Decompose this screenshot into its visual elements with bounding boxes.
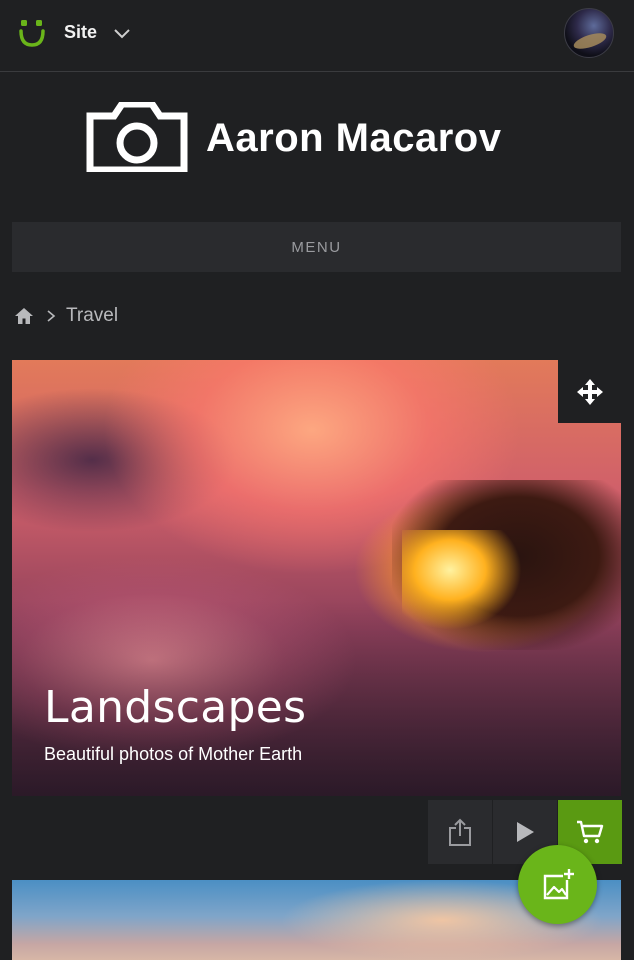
add-photo-button[interactable] bbox=[518, 845, 597, 924]
menu-label: MENU bbox=[291, 238, 342, 256]
avatar[interactable] bbox=[564, 8, 614, 58]
gallery-subtitle: Beautiful photos of Mother Earth bbox=[44, 744, 303, 764]
move-arrows-icon bbox=[576, 378, 603, 405]
gallery-title[interactable]: Landscapes bbox=[44, 682, 306, 733]
camera-icon bbox=[86, 102, 188, 172]
brand-name: Aaron Macarov bbox=[206, 116, 502, 160]
move-button[interactable] bbox=[558, 360, 621, 423]
site-brand[interactable]: Aaron Macarov bbox=[86, 100, 536, 174]
gallery-actions bbox=[428, 800, 622, 864]
home-icon[interactable] bbox=[14, 306, 34, 326]
breadcrumb: Travel bbox=[14, 302, 118, 330]
cart-icon bbox=[577, 820, 604, 844]
share-icon bbox=[449, 818, 471, 846]
site-selector-label[interactable]: Site bbox=[64, 22, 97, 43]
menu-button[interactable]: MENU bbox=[12, 222, 621, 272]
breadcrumb-current[interactable]: Travel bbox=[66, 305, 118, 327]
share-button[interactable] bbox=[428, 800, 492, 864]
chevron-down-icon[interactable] bbox=[113, 26, 131, 40]
add-photo-icon bbox=[543, 868, 574, 899]
chevron-right-icon bbox=[47, 310, 56, 322]
top-bar: Site bbox=[0, 0, 634, 72]
smile-logo-icon[interactable] bbox=[18, 19, 46, 47]
play-icon bbox=[517, 822, 534, 842]
